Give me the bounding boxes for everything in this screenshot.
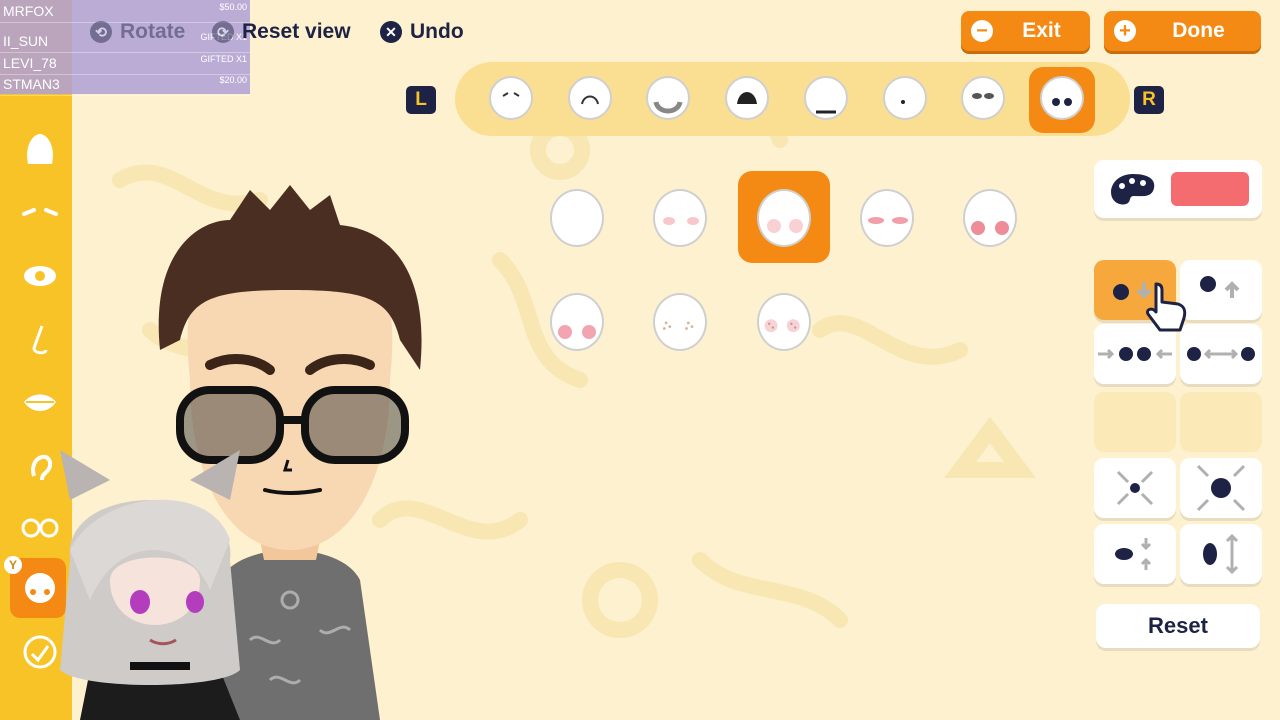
sidebar-item-eyes[interactable] bbox=[18, 254, 62, 298]
overlay-value: $50.00 bbox=[219, 2, 247, 12]
rotate-adjust-disabled bbox=[1180, 392, 1262, 452]
overlay-user: MRFOX bbox=[3, 3, 54, 19]
blush-option-7-freckles[interactable] bbox=[653, 293, 707, 351]
face-style-icon bbox=[1052, 98, 1072, 106]
eye-icon bbox=[24, 266, 56, 286]
undo-button[interactable]: ✕ Undo bbox=[380, 20, 464, 44]
move-up-icon bbox=[1200, 276, 1240, 298]
reset-view-icon: ⟳ bbox=[212, 21, 234, 43]
shrink-icon bbox=[1116, 470, 1154, 506]
face-style-icon bbox=[972, 93, 994, 99]
stretch-button[interactable] bbox=[1180, 524, 1262, 584]
sidebar-item-mouth[interactable] bbox=[18, 380, 62, 424]
face-style-icon bbox=[816, 110, 836, 114]
hair-icon bbox=[27, 134, 53, 164]
sidebar-item-hair[interactable] bbox=[18, 128, 62, 172]
feature-tab-1[interactable] bbox=[489, 76, 533, 120]
blush-option-1[interactable] bbox=[550, 189, 604, 247]
blush-mark bbox=[687, 217, 699, 225]
feature-tab-3[interactable] bbox=[646, 76, 690, 120]
blush-option-6[interactable] bbox=[550, 293, 604, 351]
blush-option-5[interactable] bbox=[963, 189, 1017, 247]
blush-mark bbox=[558, 325, 572, 339]
stretch-icon bbox=[1203, 533, 1239, 575]
l-shoulder-button[interactable]: L bbox=[406, 86, 436, 114]
nose-icon bbox=[32, 325, 48, 355]
overlay-row: LEVI_78 GIFTED X1 bbox=[0, 52, 250, 75]
feature-tab-8-selected[interactable] bbox=[1040, 76, 1084, 120]
rotate-button[interactable]: ⟲ Rotate bbox=[90, 20, 185, 44]
feature-tab-2[interactable] bbox=[568, 76, 612, 120]
exit-button[interactable]: − Exit bbox=[961, 11, 1090, 51]
blush-option-2[interactable] bbox=[653, 189, 707, 247]
overlay-user: LEVI_78 bbox=[3, 55, 57, 71]
rotate-icon: ⟲ bbox=[90, 21, 112, 43]
blush-mark bbox=[663, 217, 675, 225]
freckles-blush-icon bbox=[764, 319, 800, 333]
overlay-value: $20.00 bbox=[219, 75, 247, 85]
hand-cursor-icon bbox=[1146, 282, 1187, 332]
sidebar-item-eyebrows[interactable] bbox=[18, 190, 62, 234]
blush-option-4[interactable] bbox=[860, 189, 914, 247]
mouth-icon bbox=[24, 394, 56, 411]
reset-view-label: Reset view bbox=[242, 20, 351, 43]
blush-option-8-freckles-blush[interactable] bbox=[757, 293, 811, 351]
squash-icon bbox=[1115, 538, 1152, 570]
stream-event-overlay: MRFOX $50.00 II_SUN GIFTED X1 LEVI_78 GI… bbox=[0, 0, 250, 96]
face-style-icon bbox=[901, 100, 905, 104]
done-button[interactable]: + Done bbox=[1104, 11, 1261, 51]
blush-mark bbox=[789, 219, 803, 233]
enlarge-icon bbox=[1196, 464, 1246, 512]
freckles-icon bbox=[662, 321, 694, 330]
feature-tab-6[interactable] bbox=[883, 76, 927, 120]
blush-mark bbox=[767, 219, 781, 233]
blush-mark bbox=[868, 217, 884, 224]
eyebrows-icon bbox=[22, 208, 58, 216]
overlay-value: GIFTED X1 bbox=[200, 54, 247, 64]
face-style-icon bbox=[581, 95, 599, 105]
move-up-button[interactable] bbox=[1180, 260, 1262, 320]
blush-mark bbox=[995, 221, 1009, 235]
r-shoulder-button[interactable]: R bbox=[1134, 86, 1164, 114]
done-label: Done bbox=[1172, 19, 1225, 42]
undo-label: Undo bbox=[410, 20, 464, 43]
blush-option-3-selected[interactable] bbox=[757, 189, 811, 247]
face-style-icon bbox=[502, 92, 520, 97]
blush-mark bbox=[971, 221, 985, 235]
enlarge-button[interactable] bbox=[1180, 458, 1262, 518]
color-swatch[interactable] bbox=[1171, 172, 1249, 206]
plus-icon: + bbox=[1114, 20, 1136, 42]
minus-icon: − bbox=[971, 20, 993, 42]
shrink-button[interactable] bbox=[1094, 458, 1176, 518]
blush-mark bbox=[582, 325, 596, 339]
overlay-row: STMAN3 $20.00 bbox=[0, 73, 250, 96]
face-style-icon bbox=[737, 92, 757, 104]
overlay-user: II_SUN bbox=[3, 33, 49, 49]
rotate-label: Rotate bbox=[120, 20, 186, 43]
feature-tab-7[interactable] bbox=[961, 76, 1005, 120]
face-style-icon bbox=[653, 101, 683, 114]
reset-view-button[interactable]: ⟳ Reset view bbox=[212, 20, 351, 44]
rotate-adjust-disabled bbox=[1094, 392, 1176, 452]
overlay-user: STMAN3 bbox=[3, 76, 60, 92]
exit-label: Exit bbox=[1022, 19, 1061, 42]
spacing-farther-icon bbox=[1187, 347, 1255, 361]
sidebar-item-nose[interactable] bbox=[18, 318, 62, 362]
palette-icon bbox=[1111, 174, 1155, 205]
reset-button[interactable]: Reset bbox=[1096, 604, 1260, 648]
feature-tab-5[interactable] bbox=[804, 76, 848, 120]
farther-button[interactable] bbox=[1180, 324, 1262, 384]
squash-button[interactable] bbox=[1094, 524, 1176, 584]
blush-mark bbox=[892, 217, 908, 224]
feature-tab-4[interactable] bbox=[725, 76, 769, 120]
x-button-icon: ✕ bbox=[380, 21, 402, 43]
streamer-avatar-overlay bbox=[60, 450, 240, 720]
